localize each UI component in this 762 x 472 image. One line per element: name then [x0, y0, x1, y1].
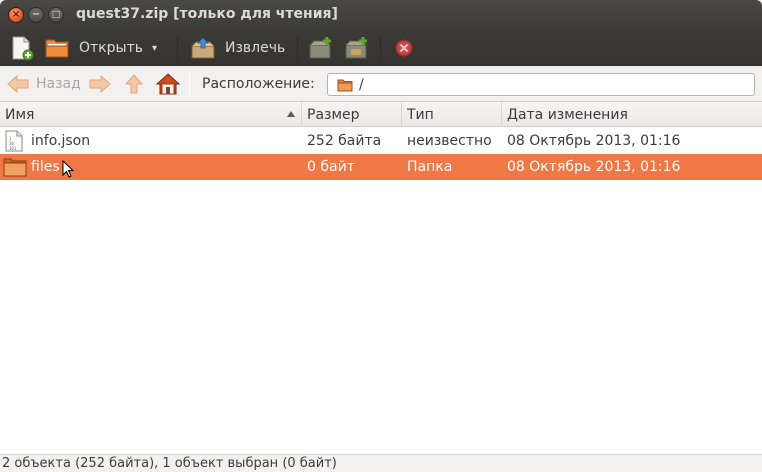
forward-arrow-icon — [89, 74, 111, 94]
stop-button[interactable] — [393, 30, 415, 66]
close-icon: × — [11, 9, 21, 20]
toolbar-separator — [380, 36, 381, 60]
back-button[interactable]: Назад — [6, 66, 81, 102]
chevron-down-icon: ▾ — [152, 42, 158, 54]
folder-icon — [3, 154, 27, 180]
open-label: Открыть — [79, 40, 143, 56]
location-field[interactable]: / — [327, 73, 755, 96]
extract-icon — [191, 37, 215, 59]
home-button[interactable] — [155, 66, 181, 102]
column-header: Имя Размер Тип Дата изменения — [0, 102, 762, 127]
file-list[interactable]: Имя Размер Тип Дата изменения 1 10 101 i… — [0, 102, 762, 454]
up-arrow-icon — [124, 74, 144, 94]
window-maximize-button[interactable]: □ — [48, 7, 64, 23]
status-bar: 2 объекта (252 байта), 1 объект выбран (… — [0, 454, 762, 472]
toolbar-separator — [297, 36, 298, 60]
extract-label: Извлечь — [225, 40, 286, 56]
title-bar: × − □ quest37.zip [только для чтения] — [0, 0, 762, 30]
column-header-size[interactable]: Размер — [302, 102, 402, 127]
window-title: quest37.zip [только для чтения] — [76, 6, 338, 22]
toolbar-separator — [177, 36, 178, 60]
minimize-icon: − — [31, 9, 41, 20]
column-modified-label: Дата изменения — [507, 106, 628, 123]
column-header-type[interactable]: Тип — [402, 102, 502, 127]
open-folder-icon — [45, 39, 69, 58]
file-size: 252 байта — [307, 133, 382, 149]
file-type: неизвестно — [407, 133, 492, 149]
open-dropdown-button[interactable]: ▾ — [152, 30, 157, 66]
sort-ascending-icon — [287, 111, 295, 117]
window-close-button[interactable]: × — [8, 7, 24, 23]
back-label: Назад — [36, 76, 81, 92]
column-header-modified[interactable]: Дата изменения — [502, 102, 762, 127]
window-minimize-button[interactable]: − — [28, 7, 44, 23]
mouse-cursor-icon — [62, 160, 74, 178]
forward-button[interactable] — [88, 66, 112, 102]
svg-text:101: 101 — [9, 146, 17, 151]
file-name: files — [31, 159, 60, 175]
back-arrow-icon — [7, 74, 29, 94]
location-path: / — [359, 76, 364, 93]
file-modified: 08 Октябрь 2013, 01:16 — [507, 133, 681, 149]
main-toolbar: Открыть ▾ Извлечь — [0, 30, 762, 66]
location-label: Расположение: — [202, 76, 315, 92]
column-header-name[interactable]: Имя — [0, 102, 302, 127]
table-row[interactable]: 1 10 101 info.json 252 байта неизвестно … — [0, 128, 762, 154]
up-button[interactable] — [124, 66, 144, 102]
column-name-label: Имя — [5, 106, 35, 123]
add-files-button[interactable] — [308, 30, 334, 66]
text-file-icon: 1 10 101 — [5, 128, 23, 154]
status-text: 2 объекта (252 байта), 1 объект выбран (… — [2, 456, 337, 471]
home-icon — [155, 73, 181, 95]
column-size-label: Размер — [307, 106, 360, 123]
file-name: info.json — [31, 133, 91, 149]
add-files-icon — [309, 37, 331, 59]
stop-icon — [394, 38, 414, 58]
add-folder-icon — [345, 37, 367, 59]
file-modified: 08 Октябрь 2013, 01:16 — [507, 159, 681, 175]
location-separator — [189, 72, 190, 96]
file-size: 0 байт — [307, 159, 355, 175]
table-row-selected[interactable]: files 0 байт Папка 08 Октябрь 2013, 01:1… — [0, 154, 762, 180]
extract-button[interactable]: Извлечь — [190, 30, 285, 66]
maximize-icon: □ — [51, 9, 61, 20]
column-type-label: Тип — [407, 106, 434, 123]
open-button[interactable]: Открыть — [44, 30, 143, 66]
add-folder-button[interactable] — [344, 30, 370, 66]
folder-icon — [337, 79, 353, 91]
new-archive-button[interactable] — [10, 30, 34, 66]
file-type: Папка — [407, 159, 453, 175]
new-archive-icon — [12, 36, 34, 61]
